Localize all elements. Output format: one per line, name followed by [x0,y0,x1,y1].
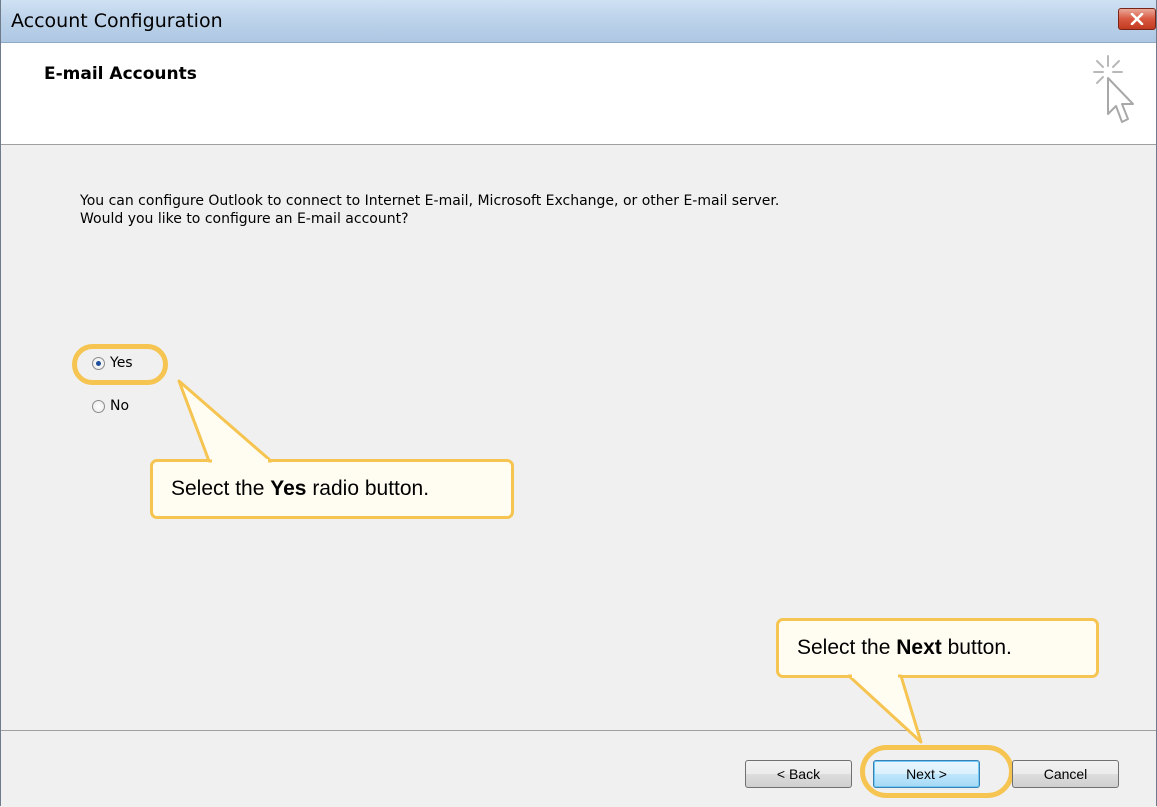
radio-yes-input[interactable] [92,356,105,370]
radio-yes-label: Yes [110,355,133,371]
button-bar: < Back Next > Cancel [1,730,1156,807]
back-button[interactable]: < Back [745,760,852,788]
radio-option-yes[interactable]: Yes [92,355,133,371]
close-button[interactable] [1118,8,1156,30]
title-bar[interactable]: Account Configuration [1,0,1156,43]
main-panel: You can configure Outlook to connect to … [1,145,1156,730]
cancel-button[interactable]: Cancel [1012,760,1119,788]
account-configuration-window: Account Configuration E-mail Accounts Yo… [0,0,1157,807]
close-icon [1130,13,1144,25]
yes-callout-prefix: Select the [171,477,265,500]
radio-no-label: No [110,398,130,414]
next-button[interactable]: Next > [873,760,980,788]
yes-callout: Select the Yes radio button. [150,459,514,519]
radio-option-no[interactable]: No [92,398,129,414]
yes-callout-bold: Yes [270,477,307,500]
page-title: E-mail Accounts [44,64,197,84]
next-callout-bold: Next [896,636,942,659]
yes-callout-suffix: radio button. [312,477,430,500]
cursor-sparkle-icon [1093,55,1134,123]
next-callout: Select the Next button. [776,618,1099,678]
header-panel: E-mail Accounts [1,43,1156,145]
radio-no-input[interactable] [92,399,105,413]
next-callout-suffix: button. [947,636,1012,659]
question-text: You can configure Outlook to connect to … [80,193,780,227]
next-callout-prefix: Select the [797,636,891,659]
window-title: Account Configuration [11,10,223,32]
